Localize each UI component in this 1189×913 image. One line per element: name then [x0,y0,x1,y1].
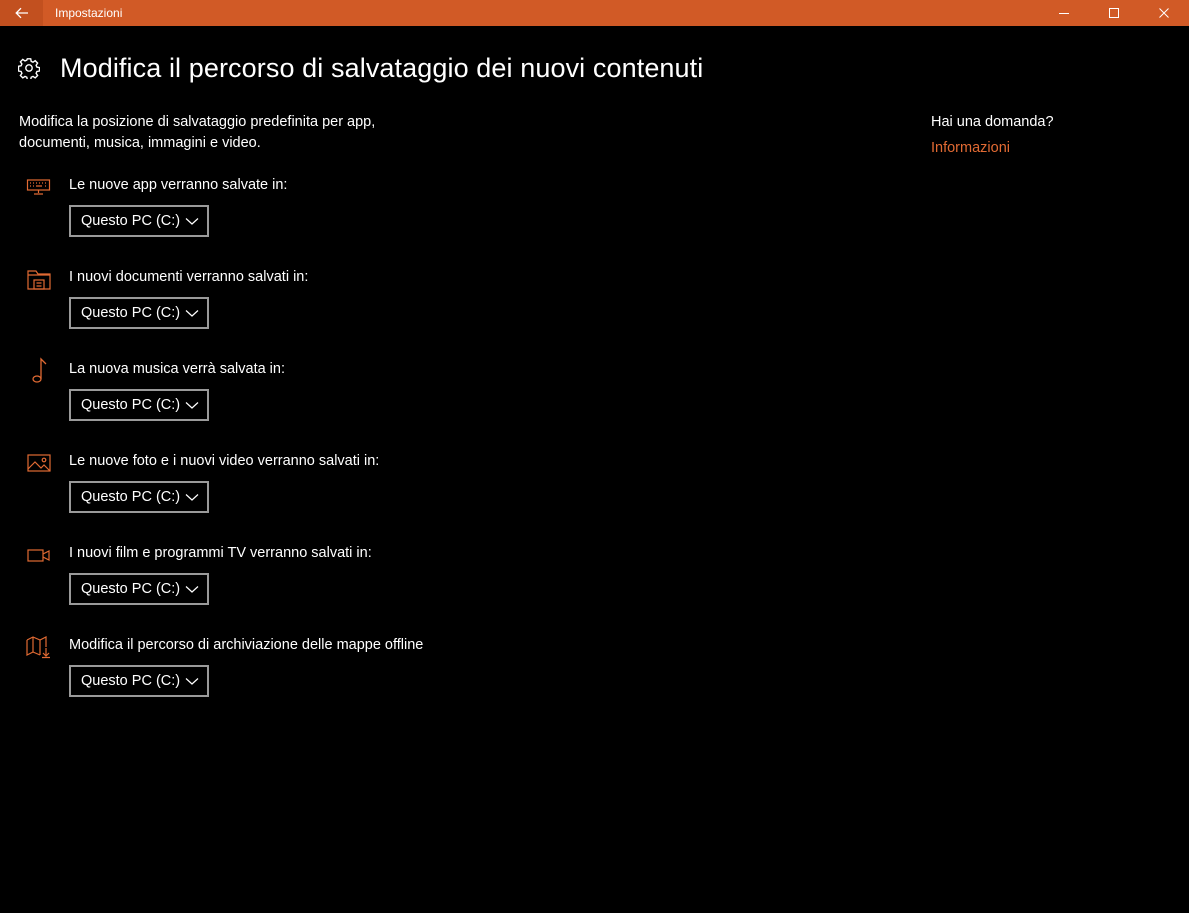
title-bar: Impostazioni [0,0,1189,26]
maps-location-dropdown[interactable]: Questo PC (C:) [69,665,209,697]
page-description: Modifica la posizione di salvataggio pre… [19,114,376,151]
chevron-down-icon [185,218,199,225]
monitor-keyboard-icon [25,174,53,200]
info-link[interactable]: Informazioni [931,140,1054,156]
map-download-icon [25,634,53,660]
page-title: Modifica il percorso di salvataggio dei … [60,52,704,83]
documents-folder-icon [25,266,53,292]
window-controls [1039,0,1189,26]
help-panel: Hai una domanda? Informazioni [931,112,1054,156]
close-button[interactable] [1139,0,1189,26]
back-arrow-icon [14,7,28,19]
music-note-icon [25,357,53,384]
chevron-down-icon [185,678,199,685]
back-button[interactable] [0,0,43,26]
setting-label: Le nuove foto e i nuovi video verranno s… [69,453,380,469]
setting-label: Le nuove app verranno salvate in: [69,177,288,193]
maximize-icon [1109,8,1119,18]
gear-icon [18,57,40,79]
minimize-icon [1059,13,1069,14]
picture-icon [25,450,53,476]
photos-location-dropdown[interactable]: Questo PC (C:) [69,481,209,513]
dropdown-value: Questo PC (C:) [81,673,181,689]
setting-label: I nuovi film e programmi TV verranno sal… [69,545,372,561]
page-header: Modifica il percorso di salvataggio dei … [18,50,703,86]
window-title: Impostazioni [55,6,123,20]
setting-label: La nuova musica verrà salvata in: [69,361,285,377]
movies-location-dropdown[interactable]: Questo PC (C:) [69,573,209,605]
close-icon [1159,8,1169,18]
maximize-button[interactable] [1089,0,1139,26]
chevron-down-icon [185,494,199,501]
help-question: Hai una domanda? [931,114,1054,130]
music-location-dropdown[interactable]: Questo PC (C:) [69,389,209,421]
dropdown-value: Questo PC (C:) [81,397,181,413]
dropdown-value: Questo PC (C:) [81,305,181,321]
setting-label: I nuovi documenti verranno salvati in: [69,269,309,285]
chevron-down-icon [185,586,199,593]
dropdown-value: Questo PC (C:) [81,489,181,505]
video-camera-icon [25,542,53,568]
documents-location-dropdown[interactable]: Questo PC (C:) [69,297,209,329]
dropdown-value: Questo PC (C:) [81,581,181,597]
dropdown-value: Questo PC (C:) [81,213,181,229]
chevron-down-icon [185,402,199,409]
chevron-down-icon [185,310,199,317]
minimize-button[interactable] [1039,0,1089,26]
apps-location-dropdown[interactable]: Questo PC (C:) [69,205,209,237]
setting-label: Modifica il percorso di archiviazione de… [69,637,424,653]
